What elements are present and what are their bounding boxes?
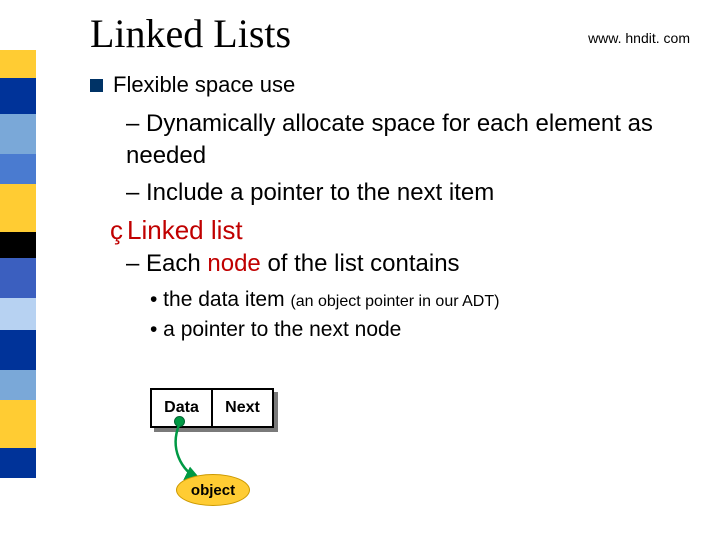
- sidebar-stripe: [0, 370, 36, 400]
- data-item-text: • the data item: [150, 288, 290, 311]
- linked-list-label: Linked list: [127, 215, 243, 246]
- subsub-data-item: • the data item (an object pointer in ou…: [150, 285, 712, 315]
- sidebar-stripe: [0, 78, 36, 114]
- bullet-text: Flexible space use: [113, 72, 295, 98]
- data-item-paren: (an object pointer in our ADT): [290, 293, 499, 310]
- node-word: node: [207, 250, 260, 277]
- node-diagram: Data Next object: [150, 388, 370, 518]
- sidebar-stripe: [0, 50, 36, 78]
- sidebar-stripe: [0, 258, 36, 298]
- subpoint-allocate: – Dynamically allocate space for each el…: [126, 108, 712, 173]
- sidebar-stripe: [0, 448, 36, 478]
- sidebar-stripe: [0, 298, 36, 330]
- subpoint-pointer: – Include a pointer to the next item: [126, 177, 712, 209]
- object-oval: object: [176, 474, 250, 506]
- sidebar-stripe: [0, 114, 36, 154]
- slide-title: Linked Lists: [90, 10, 291, 57]
- sidebar-stripe: [0, 154, 36, 184]
- sidebar-stripe: [0, 330, 36, 370]
- left-arrow-icon: ç: [110, 215, 123, 246]
- node-suffix: of the list contains: [261, 250, 460, 277]
- subpoint-node: – Each node of the list contains: [126, 248, 712, 280]
- node-prefix: – Each: [126, 250, 207, 277]
- pointer-arrow-icon: [150, 388, 370, 528]
- sidebar-stripe: [0, 400, 36, 448]
- subsub-next-pointer: • a pointer to the next node: [150, 315, 712, 345]
- sidebar-stripes: [0, 0, 36, 540]
- sidebar-stripe: [0, 478, 36, 540]
- square-bullet-icon: [90, 79, 103, 92]
- source-url: www. hndit. com: [588, 30, 690, 46]
- sidebar-stripe: [0, 184, 36, 232]
- linked-list-heading: ç Linked list: [110, 215, 712, 246]
- slide-content: Flexible space use – Dynamically allocat…: [90, 72, 712, 345]
- sidebar-stripe: [0, 0, 36, 50]
- bullet-flexible-space: Flexible space use: [90, 72, 712, 98]
- sidebar-stripe: [0, 232, 36, 258]
